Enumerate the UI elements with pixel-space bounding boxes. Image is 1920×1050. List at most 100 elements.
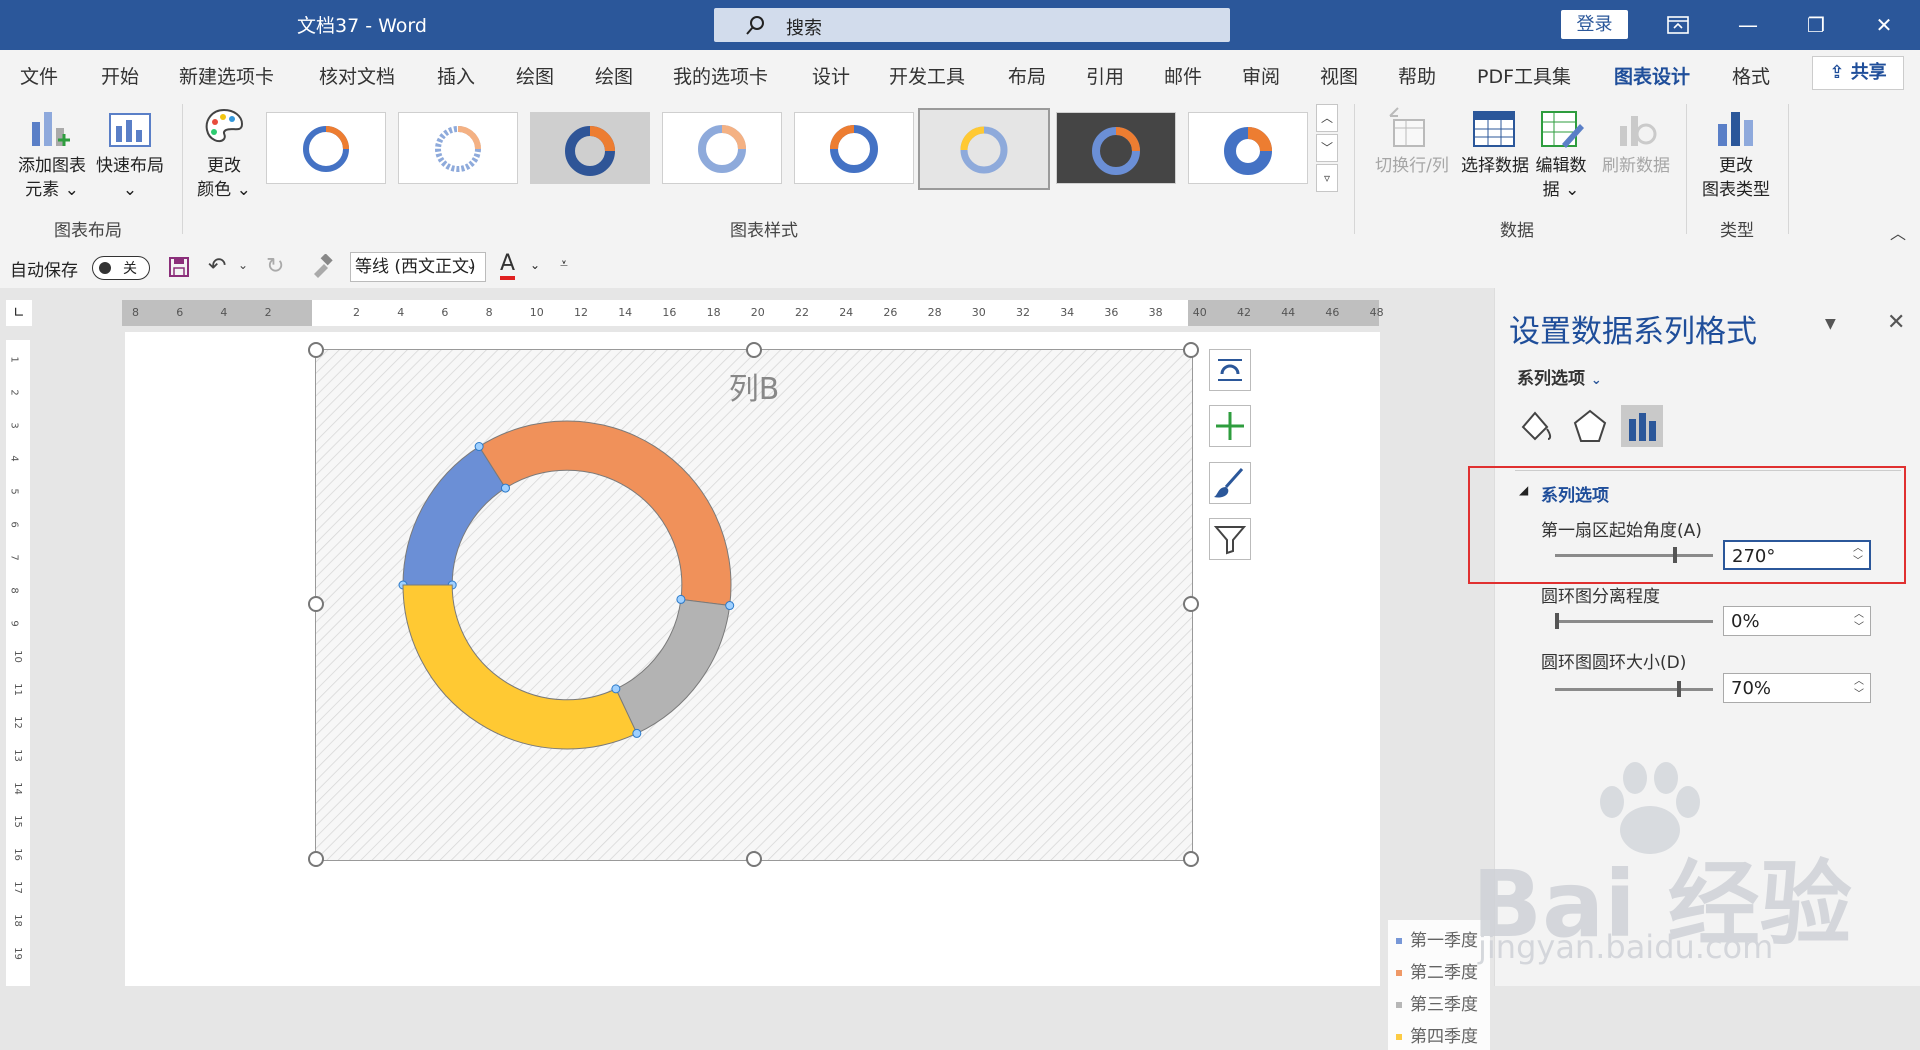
tab-review-doc[interactable]: 核对文档 bbox=[319, 62, 395, 89]
styles-more-icon[interactable]: ▿ bbox=[1316, 164, 1338, 192]
ruler-tick-label: 4 bbox=[397, 306, 405, 319]
chart-elements-button[interactable] bbox=[1209, 405, 1251, 447]
resize-handle-l[interactable] bbox=[308, 596, 324, 612]
edit-data-label[interactable]: 编辑数 据 ⌄ bbox=[1526, 154, 1596, 202]
tab-file[interactable]: 文件 bbox=[20, 62, 58, 89]
legend-item-3[interactable]: 第三季度 bbox=[1396, 990, 1478, 1015]
spin-up-icon[interactable]: ︿ bbox=[1854, 677, 1864, 687]
chart-style-thumb-7[interactable] bbox=[1056, 112, 1176, 184]
chart-style-thumb-8[interactable] bbox=[1188, 112, 1308, 184]
collapse-ribbon-icon[interactable]: ︿ bbox=[1890, 220, 1906, 244]
chart-style-thumb-2[interactable] bbox=[398, 112, 518, 184]
styles-scroll-down-icon[interactable]: ﹀ bbox=[1316, 134, 1338, 162]
edit-data-icon[interactable] bbox=[1540, 106, 1584, 150]
tab-format[interactable]: 格式 bbox=[1732, 62, 1770, 89]
tab-chart-design[interactable]: 图表设计 bbox=[1614, 62, 1691, 98]
chart-title[interactable]: 列B bbox=[729, 372, 780, 407]
font-color-icon[interactable]: A bbox=[500, 252, 516, 280]
chart-style-thumb-5[interactable] bbox=[794, 112, 914, 184]
close-icon[interactable]: ✕ bbox=[1856, 0, 1912, 50]
chart-filters-button[interactable] bbox=[1209, 518, 1251, 560]
tab-help[interactable]: 帮助 bbox=[1398, 62, 1436, 89]
palette-icon[interactable] bbox=[202, 106, 246, 150]
search-box[interactable]: 搜索 bbox=[714, 8, 1230, 42]
tab-draw-1[interactable]: 绘图 bbox=[516, 62, 554, 89]
series-options-icon[interactable] bbox=[1621, 405, 1663, 447]
chart-styles-button[interactable] bbox=[1209, 462, 1251, 504]
legend-item-1[interactable]: 第一季度 bbox=[1396, 926, 1478, 951]
styles-scroll-up-icon[interactable]: ︿ bbox=[1316, 104, 1338, 132]
tab-mailings[interactable]: 邮件 bbox=[1164, 62, 1202, 89]
change-chart-type-label[interactable]: 更改 图表类型 bbox=[1694, 154, 1778, 202]
donut-hole-size-slider[interactable] bbox=[1555, 681, 1713, 697]
change-chart-type-icon[interactable] bbox=[1714, 106, 1758, 150]
legend-item-4[interactable]: 第四季度 bbox=[1396, 1022, 1478, 1047]
login-button[interactable]: 登录 bbox=[1561, 10, 1628, 39]
tab-developer[interactable]: 开发工具 bbox=[889, 62, 965, 89]
chart-area[interactable]: 列B 第一季度第二季度第三季度第四季度 bbox=[315, 349, 1490, 1050]
slider-thumb[interactable] bbox=[1677, 681, 1681, 697]
resize-handle-tl[interactable] bbox=[308, 342, 324, 358]
ribbon-display-icon[interactable] bbox=[1650, 0, 1706, 50]
highlight-box bbox=[1468, 466, 1906, 584]
effects-icon[interactable] bbox=[1569, 405, 1611, 447]
slider-thumb[interactable] bbox=[1555, 613, 1559, 629]
tab-design[interactable]: 设计 bbox=[812, 62, 850, 89]
tab-stop-selector-icon[interactable]: ∟ bbox=[6, 300, 32, 326]
customize-qat-icon[interactable]: ⩡ bbox=[560, 256, 568, 272]
autosave-state: 关 bbox=[123, 261, 137, 277]
tab-home[interactable]: 开始 bbox=[101, 62, 139, 89]
select-data-icon[interactable] bbox=[1472, 106, 1516, 150]
donut-hole-size-input[interactable]: 70% ︿ ﹀ bbox=[1723, 673, 1871, 703]
resize-handle-tr[interactable] bbox=[1183, 342, 1199, 358]
add-chart-element-label[interactable]: 添加图表 元素 ⌄ bbox=[14, 154, 90, 202]
tab-new-tab[interactable]: 新建选项卡 bbox=[179, 62, 274, 89]
quick-layout-label[interactable]: 快速布局 ⌄ bbox=[92, 154, 168, 202]
resize-handle-bl[interactable] bbox=[308, 851, 324, 867]
format-painter-icon[interactable] bbox=[310, 253, 334, 282]
font-color-dropdown-icon[interactable]: ⌄ bbox=[530, 258, 540, 272]
undo-icon[interactable]: ↶ bbox=[208, 254, 226, 279]
resize-handle-br[interactable] bbox=[1183, 851, 1199, 867]
tab-pdf-tools[interactable]: PDF工具集 bbox=[1477, 62, 1571, 89]
resize-handle-b[interactable] bbox=[746, 851, 762, 867]
quick-layout-icon[interactable] bbox=[108, 106, 152, 150]
minimize-icon[interactable]: — bbox=[1720, 0, 1776, 50]
ruler-tick-label: 18 bbox=[11, 914, 23, 927]
chart-style-thumb-6-selected[interactable] bbox=[918, 108, 1050, 190]
chart-style-thumb-1[interactable] bbox=[266, 112, 386, 184]
tab-review[interactable]: 审阅 bbox=[1242, 62, 1280, 89]
add-chart-element-icon[interactable] bbox=[28, 106, 72, 150]
autosave-toggle[interactable]: 关 bbox=[92, 256, 150, 280]
chart-style-thumb-4[interactable] bbox=[662, 112, 782, 184]
pane-close-icon[interactable]: ✕ bbox=[1887, 310, 1905, 335]
tab-view[interactable]: 视图 bbox=[1320, 62, 1358, 89]
restore-icon[interactable]: ❐ bbox=[1788, 0, 1844, 50]
chart-style-thumb-3[interactable] bbox=[530, 112, 650, 184]
select-data-label[interactable]: 选择数据 bbox=[1454, 154, 1536, 178]
pane-options-dropdown-icon[interactable]: ▼ bbox=[1825, 316, 1836, 332]
layout-options-button[interactable] bbox=[1209, 349, 1251, 391]
share-button[interactable]: ⇪ 共享 bbox=[1812, 56, 1904, 90]
change-color-label[interactable]: 更改 颜色 ⌄ bbox=[186, 154, 262, 202]
legend-item-2[interactable]: 第二季度 bbox=[1396, 958, 1478, 983]
tab-insert[interactable]: 插入 bbox=[437, 62, 475, 89]
spin-down-icon[interactable]: ﹀ bbox=[1854, 690, 1864, 700]
baidu-watermark: Bai 经验 jingyan.baidu.com bbox=[1472, 760, 1852, 966]
donut-explosion-input[interactable]: 0% ︿ ﹀ bbox=[1723, 606, 1871, 636]
series-options-dropdown[interactable]: 系列选项 ⌄ bbox=[1517, 364, 1602, 389]
tab-draw-2[interactable]: 绘图 bbox=[595, 62, 633, 89]
ruler-tick-label: 38 bbox=[1148, 306, 1163, 319]
undo-dropdown-icon[interactable]: ⌄ bbox=[238, 258, 248, 272]
spin-down-icon[interactable]: ﹀ bbox=[1854, 623, 1864, 633]
spin-up-icon[interactable]: ︿ bbox=[1854, 610, 1864, 620]
donut-explosion-slider[interactable] bbox=[1555, 613, 1713, 629]
fill-line-icon[interactable] bbox=[1515, 405, 1557, 447]
resize-handle-r[interactable] bbox=[1183, 596, 1199, 612]
tab-references[interactable]: 引用 bbox=[1086, 62, 1124, 89]
resize-handle-t[interactable] bbox=[746, 342, 762, 358]
tab-my-tab[interactable]: 我的选项卡 bbox=[673, 62, 768, 89]
font-dropdown-icon[interactable]: ⌄ bbox=[466, 258, 476, 272]
save-icon[interactable] bbox=[168, 256, 190, 282]
tab-layout[interactable]: 布局 bbox=[1008, 62, 1046, 89]
